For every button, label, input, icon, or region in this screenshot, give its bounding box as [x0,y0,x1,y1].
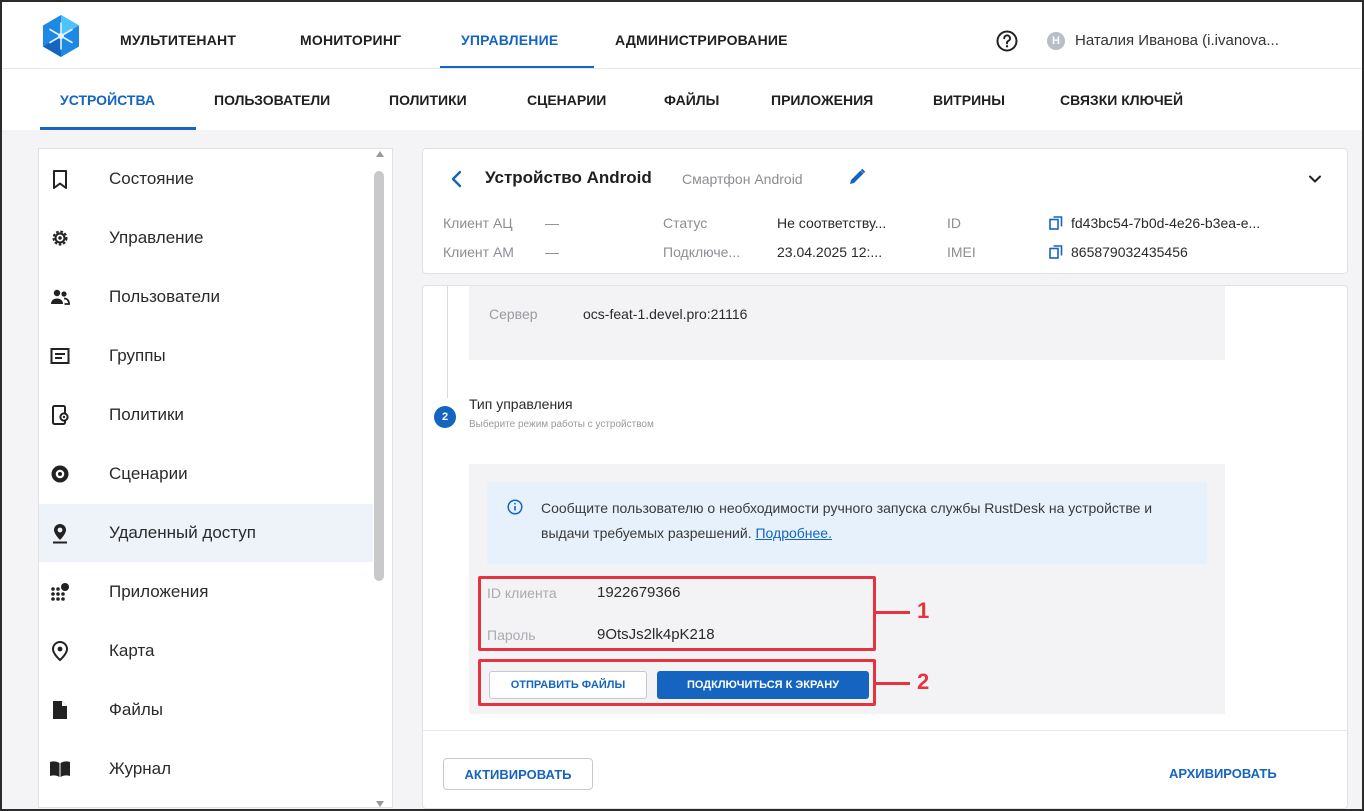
back-chevron-icon[interactable] [449,169,465,189]
sidebar-item-journal[interactable]: Журнал [39,740,373,798]
tab-applications[interactable]: ПРИЛОЖЕНИЯ [771,92,873,108]
info-alert: Сообщите пользователю о необходимости ру… [487,482,1207,564]
sidebar-item-policies[interactable]: Политики [39,386,373,444]
subnav-active-indicator [40,127,196,130]
step-description: Выберите режим работы с устройством [469,419,654,430]
scroll-up-arrow-icon[interactable] [376,151,384,157]
remote-access-card: Сервер ocs-feat-1.devel.pro:21116 2 Тип … [422,285,1348,809]
topnav-management[interactable]: УПРАВЛЕНИЕ [461,32,558,48]
activate-button[interactable]: АКТИВИРОВАТЬ [443,758,593,790]
stepper-connector [447,286,448,398]
sidebar-item-label: Карта [109,641,155,660]
folder-list-icon [50,348,70,364]
file-icon [53,701,67,719]
annotation-number-1: 1 [917,598,930,623]
policy-device-icon [52,405,69,425]
tab-users[interactable]: ПОЛЬЗОВАТЕЛИ [214,92,330,108]
sub-navigation: УСТРОЙСТВА ПОЛЬЗОВАТЕЛИ ПОЛИТИКИ СЦЕНАРИ… [2,68,1362,130]
imei-value: 865879032435456 [1071,244,1188,260]
sidebar-item-files[interactable]: Файлы [39,681,373,739]
tab-keychains[interactable]: СВЯЗКИ КЛЮЧЕЙ [1060,92,1183,108]
book-icon [50,761,70,777]
status-label: Статус [663,215,708,231]
copy-imei-icon[interactable] [1049,245,1063,259]
id-label: ID [947,215,961,231]
id-value: fd43bc54-7b0d-4e26-b3ea-e... [1071,215,1261,231]
connected-label: Подключе... [663,244,741,260]
help-circle-icon[interactable] [995,29,1019,53]
annotation-leader-1 [876,611,910,614]
sidebar-item-label: Политики [109,405,184,424]
sidebar-item-label: Приложения [109,582,209,601]
sidebar-scrollbar[interactable] [373,149,387,807]
chevron-down-icon[interactable] [1307,171,1323,187]
sidebar-item-scenarios[interactable]: Сценарии [39,445,373,503]
client-ac-label: Клиент АЦ [443,215,513,231]
sidebar-item-groups[interactable]: Группы [39,327,373,385]
device-subtitle: Смартфон Android [682,171,803,187]
step-number-badge: 2 [434,406,456,428]
imei-label: IMEI [947,244,976,260]
users-icon [51,289,70,305]
client-am-label: Клиент АМ [443,244,514,260]
sidebar-item-label: Пользователи [109,287,220,306]
scroll-thumb[interactable] [374,171,384,581]
sidebar-item-label: Сценарии [109,464,188,483]
user-name[interactable]: Наталия Иванова (i.ivanova... [1075,32,1279,49]
sidebar-item-remote-access[interactable]: Удаленный доступ [39,504,373,562]
topnav-multitenant[interactable]: МУЛЬТИТЕНАНТ [120,32,236,48]
info-message-text: Сообщите пользователю о необходимости ру… [541,500,1153,541]
bookmark-icon [53,170,67,189]
edit-pencil-icon[interactable] [847,167,867,187]
client-ac-value: — [545,215,559,231]
sidebar-item-label: Состояние [109,169,194,188]
info-message: Сообщите пользователю о необходимости ру… [541,496,1191,546]
tab-scenarios[interactable]: СЦЕНАРИИ [527,92,606,108]
server-value: ocs-feat-1.devel.pro:21116 [583,306,748,322]
client-am-value: — [545,244,559,260]
annotation-leader-2 [876,682,910,685]
status-value: Не соответству... [777,215,887,231]
map-pin-icon [51,640,69,662]
app-logo-icon[interactable] [38,13,84,59]
tab-files[interactable]: ФАЙЛЫ [664,92,719,108]
topnav-monitoring[interactable]: МОНИТОРИНГ [300,32,401,48]
sidebar: Состояние Управление Пользователи Группы [38,148,393,808]
device-title: Устройство Android [485,168,652,187]
server-label: Сервер [489,306,538,322]
learn-more-link[interactable]: Подробнее. [755,525,832,541]
gear-icon [52,230,68,246]
server-panel [469,286,1225,360]
scenario-icon [51,465,69,483]
annotation-box-buttons [478,659,876,706]
info-circle-icon [507,499,523,515]
user-avatar[interactable]: Н [1047,32,1065,50]
archive-button[interactable]: АРХИВИРОВАТЬ [1169,766,1277,781]
remote-access-icon [53,524,67,544]
apps-grid-icon [51,583,69,601]
sidebar-item-label: Журнал [109,759,172,778]
tab-devices[interactable]: УСТРОЙСТВА [60,92,155,108]
copy-id-icon[interactable] [1049,216,1063,230]
sidebar-item-state[interactable]: Состояние [39,150,373,208]
scroll-down-arrow-icon[interactable] [376,801,384,807]
device-header-card: Устройство Android Смартфон Android Клие… [422,148,1348,274]
top-bar: МУЛЬТИТЕНАНТ МОНИТОРИНГ УПРАВЛЕНИЕ АДМИН… [2,2,1362,69]
sidebar-item-label: Удаленный доступ [109,523,256,542]
sidebar-item-label: Файлы [109,700,164,719]
sidebar-item-users[interactable]: Пользователи [39,268,373,326]
tab-policies[interactable]: ПОЛИТИКИ [389,92,467,108]
sidebar-item-applications[interactable]: Приложения [39,563,373,621]
connected-value: 23.04.2025 12:... [777,244,883,260]
tab-showcases[interactable]: ВИТРИНЫ [933,92,1005,108]
annotation-box-credentials [478,576,876,651]
step-title: Тип управления [469,396,573,412]
annotation-number-2: 2 [917,669,930,694]
card-footer-divider [423,730,1347,731]
sidebar-item-label: Группы [109,346,166,365]
sidebar-item-management[interactable]: Управление [39,209,373,267]
topnav-administration[interactable]: АДМИНИСТРИРОВАНИЕ [615,32,788,48]
sidebar-item-map[interactable]: Карта [39,622,373,680]
sidebar-item-label: Управление [109,228,204,247]
